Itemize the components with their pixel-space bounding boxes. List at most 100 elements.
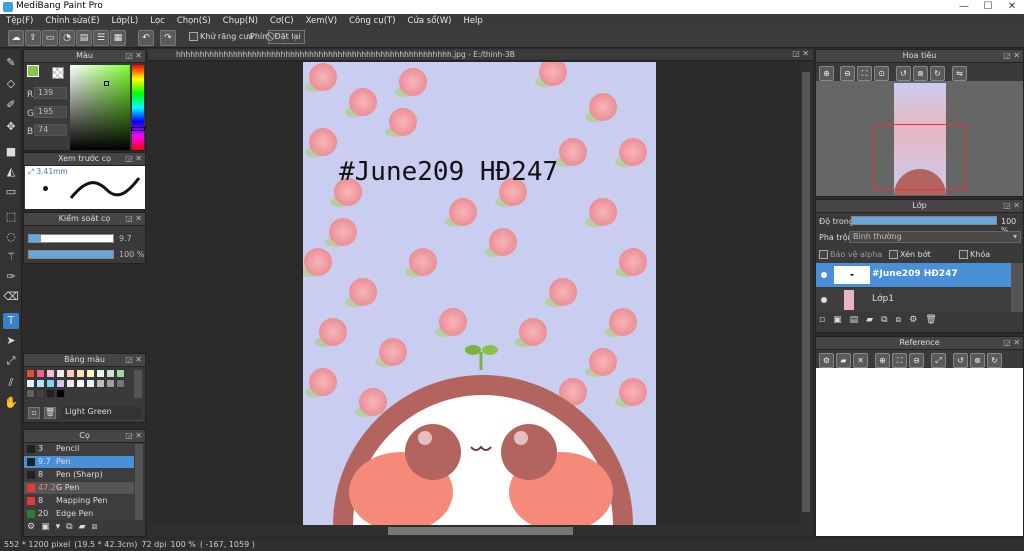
brush-item[interactable]: 3 Pencil bbox=[24, 443, 134, 455]
horizontal-scroll-thumb[interactable] bbox=[388, 527, 573, 535]
rotate-left-icon[interactable]: ↺ bbox=[896, 66, 911, 81]
panel-controls-icon[interactable]: ◲ ✕ bbox=[125, 213, 142, 225]
operation-tool-icon[interactable]: ➤ bbox=[3, 333, 19, 349]
menu-file[interactable]: Tệp(F) bbox=[0, 14, 39, 28]
redo-icon[interactable]: ↷ bbox=[160, 30, 176, 46]
menu-select[interactable]: Chọn(S) bbox=[171, 14, 217, 28]
new-8bit-layer-icon[interactable]: ▤ bbox=[850, 315, 867, 325]
hand-tool-icon[interactable]: ✋ bbox=[3, 395, 19, 411]
eye-icon[interactable] bbox=[821, 297, 827, 303]
brush-size-slider[interactable] bbox=[28, 234, 114, 243]
eraser-tool-icon[interactable]: ◇ bbox=[3, 76, 19, 92]
antialias-checkbox[interactable] bbox=[189, 32, 198, 41]
palette-swatch[interactable] bbox=[76, 369, 85, 378]
palette-swatch[interactable] bbox=[116, 369, 125, 378]
palette-swatch[interactable] bbox=[36, 369, 45, 378]
divide-tool-icon[interactable]: ⫽ bbox=[3, 375, 19, 391]
palette-swatch[interactable] bbox=[76, 379, 85, 388]
page-icon[interactable]: ▤ bbox=[76, 30, 92, 46]
share-icon[interactable]: ⇪ bbox=[25, 30, 41, 46]
new-palette-icon[interactable]: ▫ bbox=[28, 407, 40, 419]
brush-item[interactable]: 8 Pen (Sharp) bbox=[24, 469, 134, 481]
palette-scrollbar[interactable] bbox=[134, 370, 142, 398]
palette-swatch[interactable] bbox=[116, 379, 125, 388]
move-tool-icon[interactable]: ✥ bbox=[3, 119, 19, 135]
lock-option[interactable]: Khóa bbox=[959, 250, 990, 259]
brush-menu-icon[interactable]: ▾ bbox=[56, 522, 67, 532]
panel-controls-icon[interactable]: ◲ ✕ bbox=[792, 49, 809, 58]
rotate-left-icon[interactable]: ↺ bbox=[953, 353, 968, 368]
palette-swatch[interactable] bbox=[86, 379, 95, 388]
layer-scrollbar[interactable] bbox=[1011, 263, 1023, 312]
brush-tool-icon[interactable]: ✎ bbox=[3, 55, 19, 71]
merge-down-icon[interactable]: ⧈ bbox=[896, 315, 910, 325]
duplicate-icon[interactable]: ⧈ bbox=[91, 522, 103, 532]
palette-swatch[interactable] bbox=[56, 379, 65, 388]
palette-swatch[interactable] bbox=[66, 369, 75, 378]
horizontal-scrollbar[interactable] bbox=[148, 525, 813, 537]
hue-slider[interactable] bbox=[131, 65, 145, 150]
new-folder-icon[interactable]: ▰ bbox=[866, 315, 881, 325]
palette-swatch[interactable] bbox=[56, 389, 65, 398]
menu-tools[interactable]: Công cụ(T) bbox=[343, 14, 402, 28]
menu-window[interactable]: Cửa sổ(W) bbox=[402, 14, 458, 28]
trash-icon[interactable]: 🗑 bbox=[44, 407, 56, 419]
document-tab[interactable]: hhhhhhhhhhhhhhhhhhhhhhhhhhhhhhhhhhhhhhhh… bbox=[176, 50, 515, 59]
foreground-color-swatch[interactable] bbox=[27, 65, 39, 77]
navigator-viewport[interactable] bbox=[873, 124, 966, 190]
transparent-color-swatch[interactable] bbox=[52, 67, 64, 79]
clipping-option[interactable]: Xén bớt bbox=[889, 250, 931, 259]
palette-swatch[interactable] bbox=[36, 379, 45, 388]
rotate-right-icon[interactable]: ↻ bbox=[987, 353, 1002, 368]
layer-row[interactable]: ▬ #June209 HĐ247 bbox=[816, 263, 1011, 287]
palette-swatch[interactable] bbox=[46, 379, 55, 388]
artwork-canvas[interactable]: #June209 HĐ247 bbox=[303, 62, 656, 525]
fit-icon[interactable]: ⛶ bbox=[857, 66, 872, 81]
gradient-tool-icon[interactable]: ▭ bbox=[3, 184, 19, 200]
gear-icon[interactable]: ⚙ bbox=[819, 353, 834, 368]
undo-icon[interactable]: ↶ bbox=[138, 30, 154, 46]
layer-opacity-slider[interactable] bbox=[851, 216, 997, 225]
clipping-checkbox[interactable] bbox=[889, 250, 898, 259]
menu-filter[interactable]: Lọc bbox=[144, 14, 171, 28]
new-halftone-layer-icon[interactable]: ▣ bbox=[833, 315, 850, 325]
speech-icon[interactable]: ◔ bbox=[59, 30, 75, 46]
grid-icon[interactable]: ▦ bbox=[110, 30, 126, 46]
b-value[interactable]: 74 bbox=[34, 124, 67, 136]
palette-swatch[interactable] bbox=[56, 369, 65, 378]
magic-wand-icon[interactable]: ⚚ bbox=[3, 249, 19, 265]
brush-settings-icon[interactable]: ⚙ bbox=[27, 522, 41, 532]
menu-help[interactable]: Help bbox=[457, 14, 488, 28]
reset-rotate-icon[interactable]: ⊗ bbox=[970, 353, 985, 368]
open-image-icon[interactable]: ▰ bbox=[836, 353, 851, 368]
reference-view[interactable] bbox=[816, 368, 1023, 536]
text-tool-icon[interactable]: T bbox=[3, 313, 19, 329]
eye-icon[interactable] bbox=[821, 272, 827, 278]
brush-list-actions[interactable]: ⚙▣▾⧉▰⧈ bbox=[27, 522, 103, 532]
fit-icon[interactable]: ⛶ bbox=[892, 353, 907, 368]
select-pen-icon[interactable]: ✑ bbox=[3, 269, 19, 285]
folder-icon[interactable]: ▰ bbox=[79, 522, 92, 532]
palette-swatch[interactable] bbox=[26, 379, 35, 388]
copy-brush-icon[interactable]: ⧉ bbox=[66, 522, 78, 532]
list-icon[interactable]: ☰ bbox=[93, 30, 109, 46]
panel-controls-icon[interactable]: ◲ ✕ bbox=[125, 50, 142, 62]
panel-controls-icon[interactable]: ◲ ✕ bbox=[125, 430, 142, 442]
panel-controls-icon[interactable]: ◲ ✕ bbox=[1003, 50, 1020, 62]
panel-controls-icon[interactable]: ◲ ✕ bbox=[125, 354, 142, 366]
select-eraser-icon[interactable]: ⌫ bbox=[3, 289, 19, 305]
maximize-button[interactable]: ☐ bbox=[976, 0, 1000, 14]
antialias-toggle[interactable]: Khử răng cưa bbox=[189, 32, 253, 41]
reset-rotate-icon[interactable]: ⊗ bbox=[913, 66, 928, 81]
panel-controls-icon[interactable]: ◲ ✕ bbox=[1003, 337, 1020, 349]
dot-tool-icon[interactable]: ✐ bbox=[3, 97, 19, 113]
zoom-out-icon[interactable]: ⊖ bbox=[840, 66, 855, 81]
delete-layer-icon[interactable]: 🗑 bbox=[925, 315, 944, 325]
vertical-scrollbar[interactable] bbox=[800, 62, 812, 525]
close-button[interactable]: ✕ bbox=[1000, 0, 1024, 14]
palette-swatch[interactable] bbox=[96, 379, 105, 388]
menu-snap[interactable]: Chụp(N) bbox=[217, 14, 264, 28]
layer-row[interactable]: Lớp1 bbox=[816, 288, 1011, 312]
vertical-scroll-thumb[interactable] bbox=[802, 72, 810, 512]
canvas-area[interactable]: #June209 HĐ247 bbox=[148, 62, 800, 525]
